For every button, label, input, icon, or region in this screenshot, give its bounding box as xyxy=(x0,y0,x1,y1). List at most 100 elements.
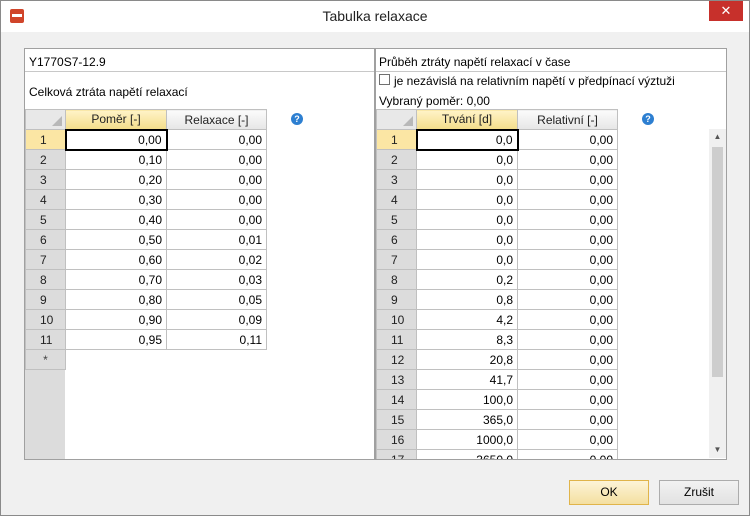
cell-first[interactable]: 20,8 xyxy=(416,349,518,370)
cell-first[interactable]: 0,60 xyxy=(65,249,167,270)
row-number[interactable]: 9 xyxy=(376,289,417,310)
cell-second[interactable]: 0,00 xyxy=(517,369,618,390)
table-row[interactable]: 15 365,0 0,00 xyxy=(376,409,618,430)
table-row[interactable]: 4 0,30 0,00 xyxy=(25,189,267,210)
cell-first[interactable]: 0,0 xyxy=(416,229,518,250)
cell-second[interactable]: 0,00 xyxy=(517,149,618,170)
close-button[interactable]: ✕ xyxy=(709,1,743,21)
row-number[interactable]: 11 xyxy=(376,329,417,350)
independence-checkbox[interactable] xyxy=(379,74,390,85)
cell-first[interactable]: 0,90 xyxy=(65,309,167,330)
cell-first[interactable]: 0,30 xyxy=(65,189,167,210)
cell-second[interactable]: 0,00 xyxy=(517,269,618,290)
vertical-scrollbar[interactable]: ▲ ▼ xyxy=(709,129,726,458)
cell-second[interactable]: 0,00 xyxy=(517,249,618,270)
cell-second[interactable]: 0,00 xyxy=(166,149,267,170)
table-row[interactable]: 9 0,8 0,00 xyxy=(376,289,618,310)
row-number[interactable]: 11 xyxy=(25,329,66,350)
cell-second[interactable]: 0,00 xyxy=(517,349,618,370)
cell-first[interactable]: 0,00 xyxy=(64,128,168,151)
row-number[interactable]: 15 xyxy=(376,409,417,430)
cell-first[interactable]: 0,0 xyxy=(416,169,518,190)
row-number[interactable]: 7 xyxy=(25,249,66,270)
cell-first[interactable]: 1000,0 xyxy=(416,429,518,450)
row-number[interactable]: 3 xyxy=(25,169,66,190)
table-row[interactable]: 2 0,0 0,00 xyxy=(376,149,618,170)
scroll-down-icon[interactable]: ▼ xyxy=(709,442,726,458)
table-row[interactable]: 1 0,0 0,00 xyxy=(376,128,618,151)
cell-second[interactable]: 0,00 xyxy=(517,429,618,450)
table-row[interactable]: 8 0,2 0,00 xyxy=(376,269,618,290)
column-header-ratio[interactable]: Poměr [-] xyxy=(65,109,167,130)
cell-second[interactable]: 0,00 xyxy=(517,189,618,210)
row-number[interactable]: 12 xyxy=(376,349,417,370)
column-header-duration[interactable]: Trvání [d] xyxy=(416,109,518,130)
help-icon[interactable]: ? xyxy=(642,113,654,125)
table-row[interactable]: 2 0,10 0,00 xyxy=(25,149,267,170)
table-row[interactable]: 8 0,70 0,03 xyxy=(25,269,267,290)
cell-first[interactable]: 0,40 xyxy=(65,209,167,230)
cell-first[interactable]: 0,70 xyxy=(65,269,167,290)
cell-first[interactable]: 0,50 xyxy=(65,229,167,250)
row-number[interactable]: 6 xyxy=(376,229,417,250)
cell-second[interactable]: 0,00 xyxy=(166,129,267,150)
table-row[interactable]: 3 0,0 0,00 xyxy=(376,169,618,190)
table-row[interactable]: 7 0,0 0,00 xyxy=(376,249,618,270)
row-number[interactable]: 5 xyxy=(376,209,417,230)
cell-first[interactable]: 0,0 xyxy=(416,209,518,230)
cell-second[interactable]: 0,01 xyxy=(166,229,267,250)
cell-second[interactable]: 0,00 xyxy=(166,169,267,190)
cell-first[interactable]: 0,8 xyxy=(416,289,518,310)
table-row[interactable]: 3 0,20 0,00 xyxy=(25,169,267,190)
cell-second[interactable]: 0,05 xyxy=(166,289,267,310)
cell-second[interactable]: 0,00 xyxy=(517,409,618,430)
new-row[interactable]: * xyxy=(25,349,267,370)
row-number[interactable]: 16 xyxy=(376,429,417,450)
relaxation-grid[interactable]: Poměr [-] Relaxace [-] 1 0,00 0,00 2 0,10 0,0… xyxy=(25,109,267,370)
row-number[interactable]: 1 xyxy=(25,129,66,150)
table-row[interactable]: 12 20,8 0,00 xyxy=(376,349,618,370)
table-row[interactable]: 10 0,90 0,09 xyxy=(25,309,267,330)
cell-second[interactable]: 0,00 xyxy=(166,189,267,210)
row-number[interactable]: 13 xyxy=(376,369,417,390)
row-number[interactable]: 4 xyxy=(376,189,417,210)
row-number[interactable]: 14 xyxy=(376,389,417,410)
cell-second[interactable]: 0,09 xyxy=(166,309,267,330)
row-number[interactable]: 8 xyxy=(376,269,417,290)
table-row[interactable]: 11 8,3 0,00 xyxy=(376,329,618,350)
cell-second[interactable]: 0,00 xyxy=(517,449,618,459)
column-header-relaxation[interactable]: Relaxace [-] xyxy=(166,109,267,130)
row-number[interactable]: 10 xyxy=(25,309,66,330)
cancel-button[interactable]: Zrušit xyxy=(659,480,739,505)
cell-first[interactable]: 3650,0 xyxy=(416,449,518,459)
cell-first[interactable]: 4,2 xyxy=(416,309,518,330)
duration-grid[interactable]: Trvání [d] Relativní [-] 1 0,0 0,00 2 0,0 0,0… xyxy=(376,109,618,459)
row-number[interactable]: 5 xyxy=(25,209,66,230)
table-row[interactable]: 13 41,7 0,00 xyxy=(376,369,618,390)
table-row[interactable]: 7 0,60 0,02 xyxy=(25,249,267,270)
cell-second[interactable]: 0,00 xyxy=(517,169,618,190)
cell-first[interactable]: 0,80 xyxy=(65,289,167,310)
table-row[interactable]: 5 0,0 0,00 xyxy=(376,209,618,230)
table-row[interactable]: 9 0,80 0,05 xyxy=(25,289,267,310)
row-number[interactable]: 2 xyxy=(25,149,66,170)
help-icon[interactable]: ? xyxy=(291,113,303,125)
cell-first[interactable]: 0,0 xyxy=(416,189,518,210)
row-number[interactable]: 17 xyxy=(376,449,417,459)
column-header-relative[interactable]: Relativní [-] xyxy=(517,109,618,130)
table-row[interactable]: 5 0,40 0,00 xyxy=(25,209,267,230)
cell-second[interactable]: 0,02 xyxy=(166,249,267,270)
select-all-corner[interactable] xyxy=(376,109,417,130)
row-number[interactable]: 6 xyxy=(25,229,66,250)
cell-first[interactable]: 0,0 xyxy=(416,249,518,270)
cell-second[interactable]: 0,00 xyxy=(517,309,618,330)
cell-second[interactable]: 0,00 xyxy=(517,229,618,250)
cell-first[interactable]: 0,0 xyxy=(416,149,518,170)
table-row[interactable]: 11 0,95 0,11 xyxy=(25,329,267,350)
cell-first[interactable]: 365,0 xyxy=(416,409,518,430)
table-row[interactable]: 1 0,00 0,00 xyxy=(25,128,267,151)
new-row-marker[interactable]: * xyxy=(25,349,66,370)
cell-first[interactable]: 0,20 xyxy=(65,169,167,190)
cell-second[interactable]: 0,11 xyxy=(166,329,267,350)
scroll-up-icon[interactable]: ▲ xyxy=(709,129,726,145)
